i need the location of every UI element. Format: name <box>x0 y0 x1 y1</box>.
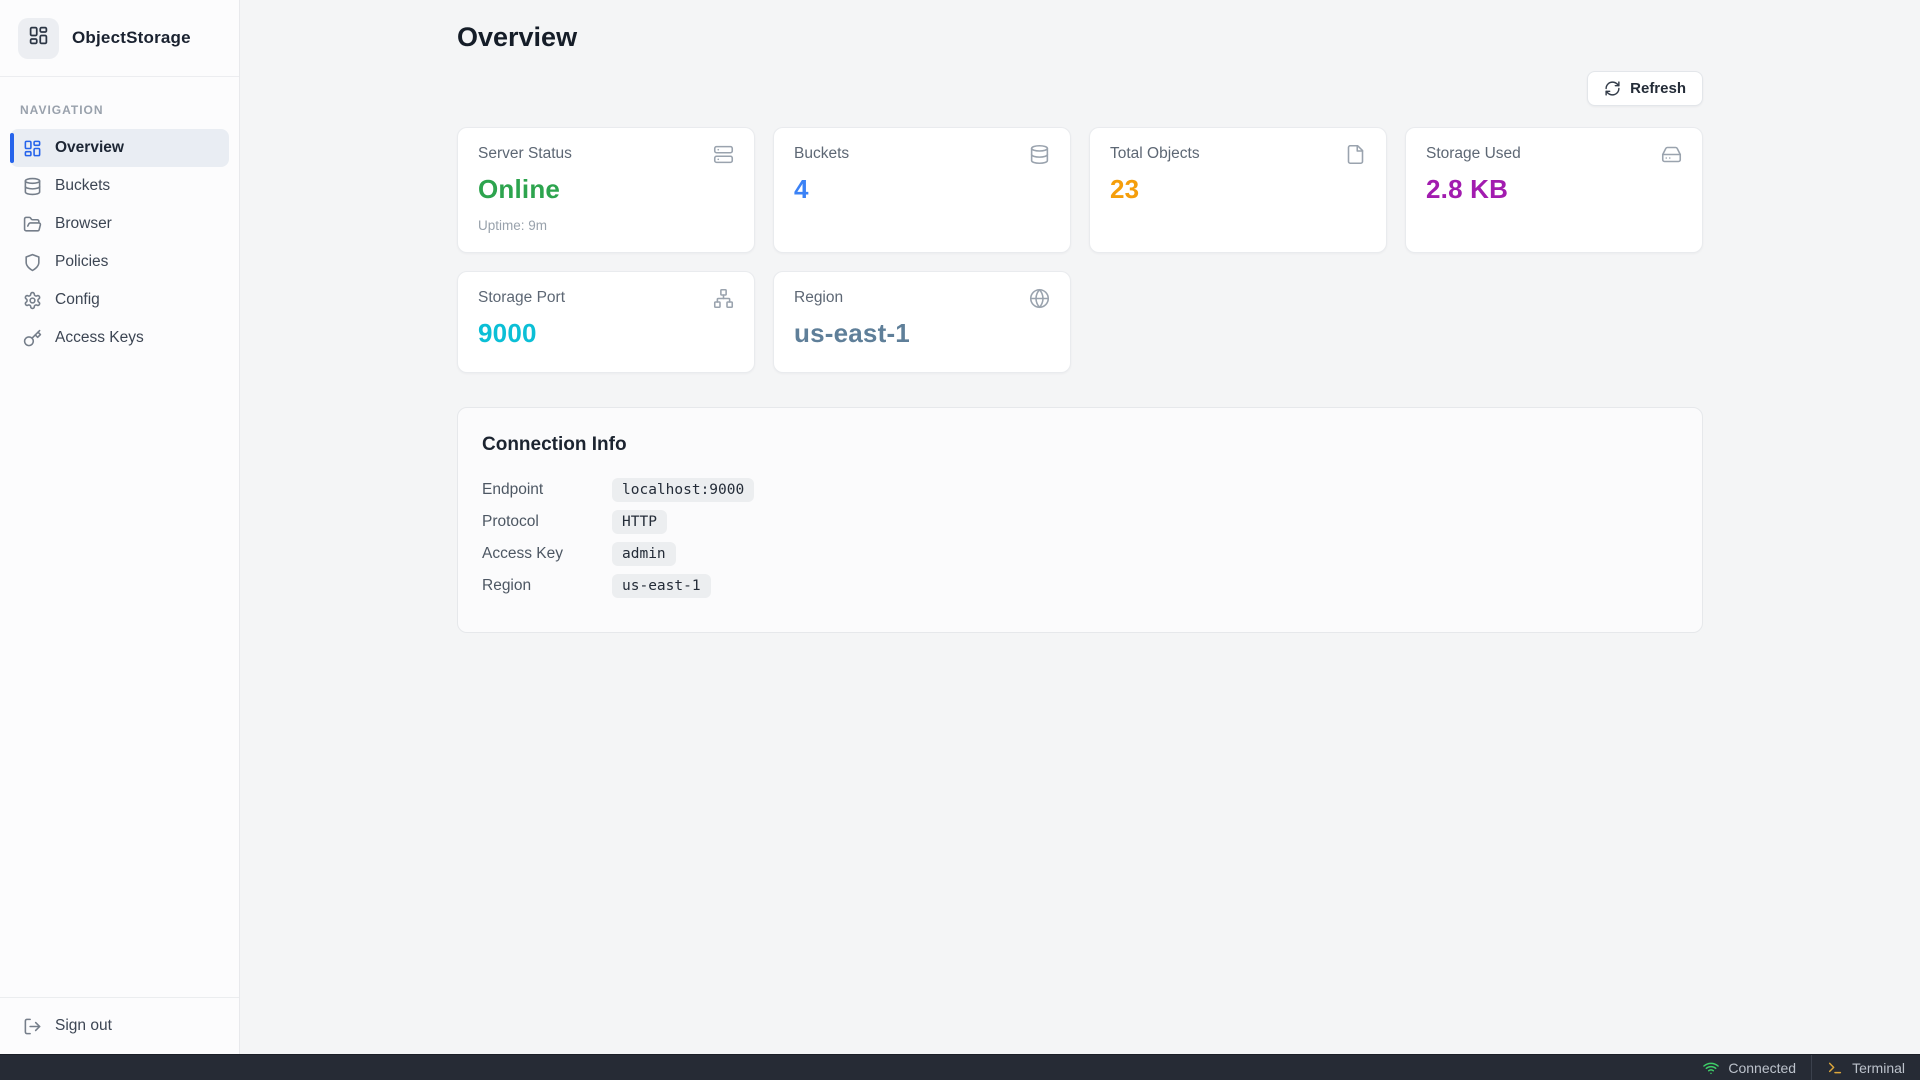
sidebar: ObjectStorage NAVIGATION Overview Bucket… <box>0 0 240 1054</box>
log-out-icon <box>23 1017 42 1036</box>
connection-row-region: Region us-east-1 <box>482 570 1678 602</box>
connection-info-title: Connection Info <box>482 434 1678 456</box>
stat-value: Online <box>478 174 734 205</box>
connection-row-label: Access Key <box>482 545 612 563</box>
stat-card-total-objects: Total Objects 23 <box>1089 127 1387 253</box>
status-bar: Connected Terminal <box>0 1054 1920 1080</box>
key-icon <box>23 329 42 348</box>
shield-icon <box>23 253 42 272</box>
sign-out-button[interactable]: Sign out <box>10 1007 229 1045</box>
app-title: ObjectStorage <box>72 28 191 48</box>
stat-value: 23 <box>1110 174 1366 205</box>
terminal-toggle[interactable]: Terminal <box>1811 1055 1920 1080</box>
stat-value: 9000 <box>478 318 734 349</box>
sidebar-item-policies[interactable]: Policies <box>10 243 229 281</box>
stat-label: Region <box>794 289 843 307</box>
stat-value: 4 <box>794 174 1050 205</box>
connection-row-label: Protocol <box>482 513 612 531</box>
sidebar-item-label: Overview <box>55 139 124 157</box>
main-content: Overview Refresh Server Status <box>240 0 1920 1054</box>
stat-label: Total Objects <box>1110 145 1200 163</box>
stat-card-buckets: Buckets 4 <box>773 127 1071 253</box>
sidebar-item-label: Access Keys <box>55 329 144 347</box>
sidebar-spacer <box>0 357 239 997</box>
toolbar: Refresh <box>457 71 1703 106</box>
connection-row-value: us-east-1 <box>612 574 711 598</box>
sidebar-item-label: Buckets <box>55 177 110 195</box>
stat-card-storage-port: Storage Port 9000 <box>457 271 755 373</box>
connection-row-value: localhost:9000 <box>612 478 754 502</box>
hard-drive-icon <box>1661 144 1682 165</box>
stat-card-region: Region us-east-1 <box>773 271 1071 373</box>
connection-status-label: Connected <box>1728 1060 1796 1076</box>
sidebar-nav: Overview Buckets Browser <box>0 129 239 357</box>
sidebar-header: ObjectStorage <box>0 0 239 77</box>
sidebar-item-browser[interactable]: Browser <box>10 205 229 243</box>
refresh-icon <box>1604 80 1621 97</box>
connection-row-protocol: Protocol HTTP <box>482 506 1678 538</box>
refresh-button[interactable]: Refresh <box>1587 71 1703 106</box>
nav-section-label: NAVIGATION <box>20 103 219 117</box>
stat-label: Storage Port <box>478 289 565 307</box>
connection-status: Connected <box>1688 1055 1811 1080</box>
connection-row-label: Endpoint <box>482 481 612 499</box>
stat-cards: Server Status Online Uptime: 9m Buckets <box>457 127 1703 373</box>
sign-out-label: Sign out <box>55 1017 112 1035</box>
connection-row-value: admin <box>612 542 676 566</box>
database-icon <box>1029 144 1050 165</box>
connection-row-value: HTTP <box>612 510 667 534</box>
terminal-icon <box>1827 1060 1843 1076</box>
dashboard-grid-icon <box>28 25 49 51</box>
stat-label: Buckets <box>794 145 849 163</box>
wifi-icon <box>1703 1060 1719 1076</box>
stat-label: Server Status <box>478 145 572 163</box>
connection-row-label: Region <box>482 577 612 595</box>
stat-card-storage-used: Storage Used 2.8 KB <box>1405 127 1703 253</box>
stat-value: 2.8 KB <box>1426 174 1682 205</box>
connection-row-endpoint: Endpoint localhost:9000 <box>482 474 1678 506</box>
connection-info-panel: Connection Info Endpoint localhost:9000 … <box>457 407 1703 633</box>
stat-value: us-east-1 <box>794 318 1050 349</box>
refresh-label: Refresh <box>1630 80 1686 97</box>
file-icon <box>1345 144 1366 165</box>
gear-icon <box>23 291 42 310</box>
sidebar-item-config[interactable]: Config <box>10 281 229 319</box>
workspace: ObjectStorage NAVIGATION Overview Bucket… <box>0 0 1920 1054</box>
app-logo <box>18 18 59 59</box>
connection-row-access-key: Access Key admin <box>482 538 1678 570</box>
stat-subtext: Uptime: 9m <box>478 218 734 233</box>
page-title: Overview <box>457 22 1703 53</box>
database-icon <box>23 177 42 196</box>
sidebar-item-access-keys[interactable]: Access Keys <box>10 319 229 357</box>
server-icon <box>713 144 734 165</box>
connection-info-rows: Endpoint localhost:9000 Protocol HTTP Ac… <box>482 474 1678 602</box>
globe-icon <box>1029 288 1050 309</box>
stat-label: Storage Used <box>1426 145 1521 163</box>
sidebar-item-label: Browser <box>55 215 112 233</box>
sidebar-item-label: Policies <box>55 253 108 271</box>
sidebar-item-buckets[interactable]: Buckets <box>10 167 229 205</box>
terminal-label: Terminal <box>1852 1060 1905 1076</box>
stat-card-server-status: Server Status Online Uptime: 9m <box>457 127 755 253</box>
dashboard-icon <box>23 139 42 158</box>
folder-open-icon <box>23 215 42 234</box>
sidebar-item-label: Config <box>55 291 100 309</box>
app-window: ObjectStorage NAVIGATION Overview Bucket… <box>0 0 1920 1080</box>
network-icon <box>713 288 734 309</box>
sidebar-item-overview[interactable]: Overview <box>10 129 229 167</box>
sidebar-footer: Sign out <box>0 997 239 1054</box>
